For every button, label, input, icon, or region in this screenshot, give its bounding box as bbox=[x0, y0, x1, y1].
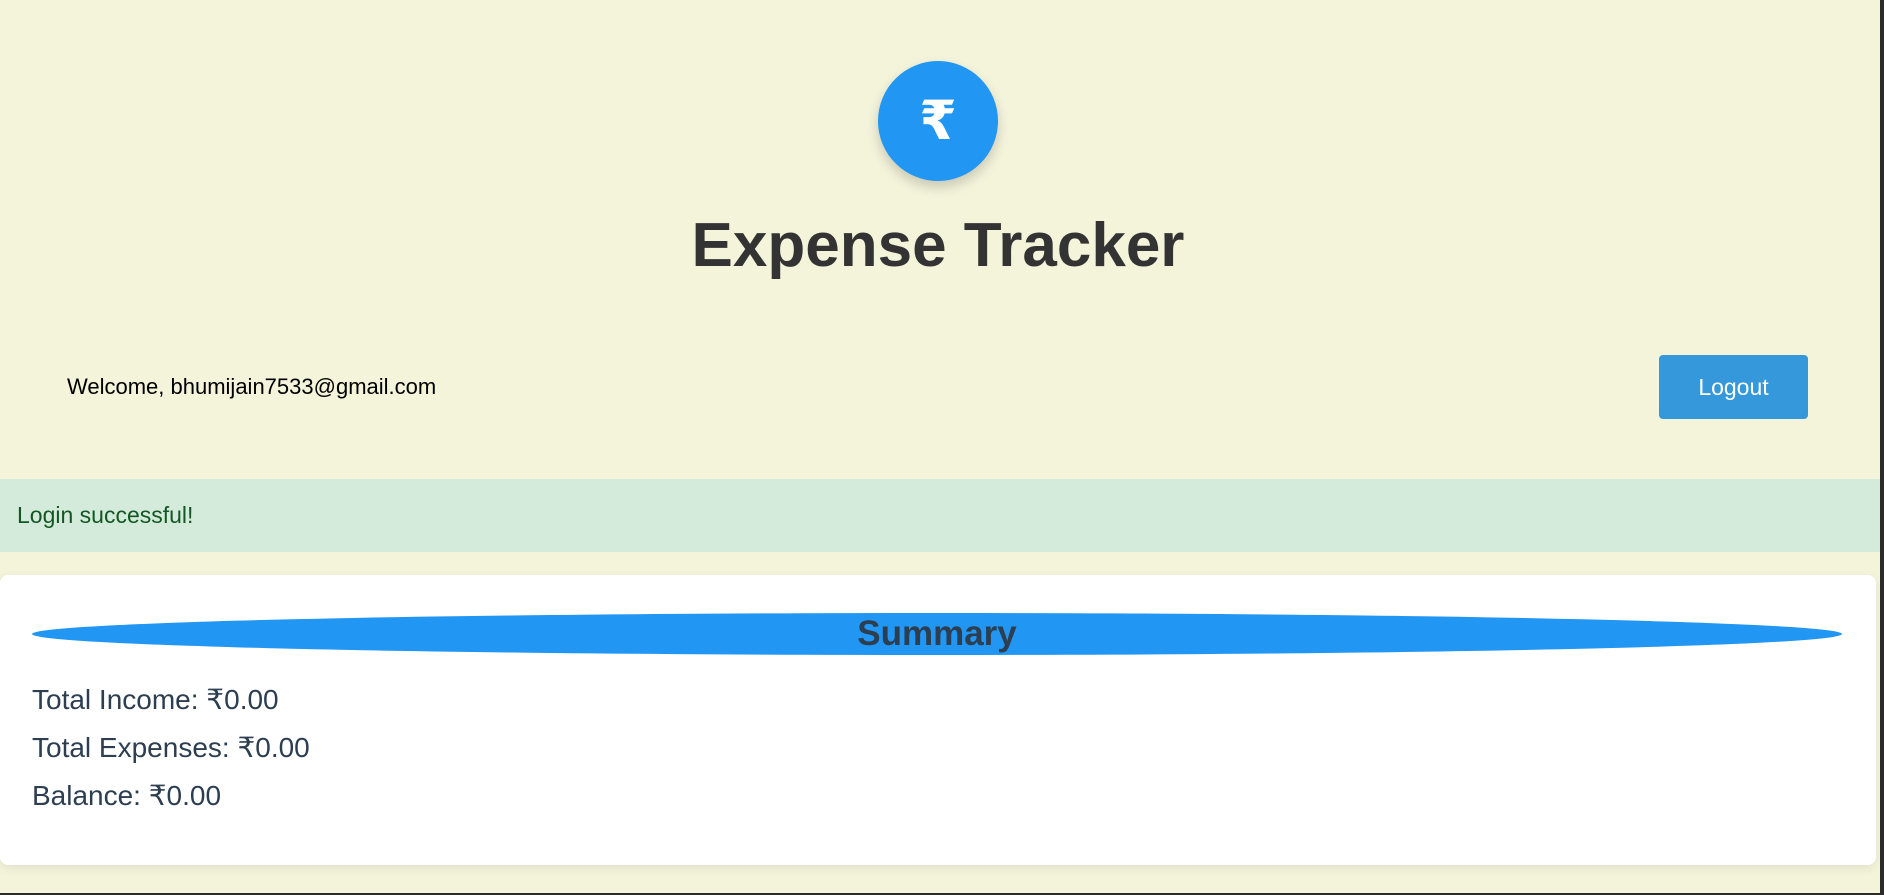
total-expenses: Total Expenses: ₹0.00 bbox=[32, 732, 310, 763]
success-alert-text: Login successful! bbox=[17, 502, 194, 528]
logo-symbol: ₹ bbox=[919, 89, 957, 152]
rupee-icon: ₹ bbox=[878, 61, 998, 181]
balance: Balance: ₹0.00 bbox=[32, 780, 222, 811]
welcome-message: Welcome, bhumijain7533@gmail.com bbox=[67, 374, 437, 399]
total-income: Total Income: ₹0.00 bbox=[32, 684, 279, 715]
success-alert: Login successful! bbox=[0, 479, 1880, 552]
page-title: Expense Tracker bbox=[691, 211, 1185, 280]
logout-button[interactable]: Logout bbox=[1659, 355, 1808, 419]
app-container: ₹ Expense Tracker Welcome, bhumijain7533… bbox=[0, 0, 1880, 893]
summary-heading: Summary bbox=[32, 613, 1842, 655]
summary-card: Summary Total Income: ₹0.00 Total Expens… bbox=[0, 575, 1876, 865]
